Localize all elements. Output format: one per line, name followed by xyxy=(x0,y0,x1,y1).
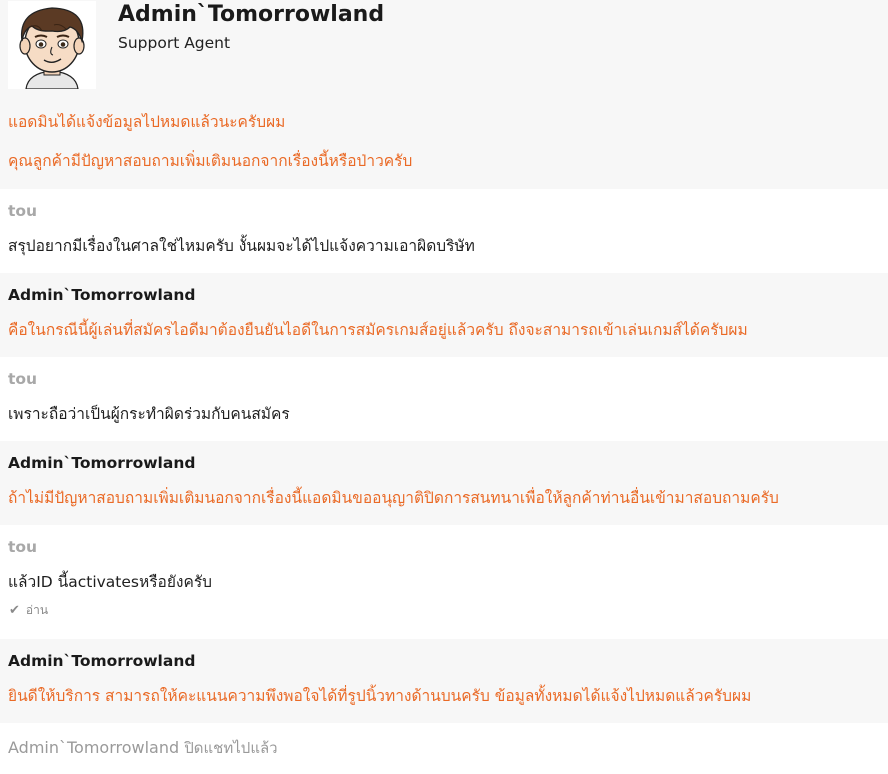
sender-name: tou xyxy=(8,370,38,388)
cartoon-boy-avatar-icon xyxy=(19,7,85,90)
agent-role: Support Agent xyxy=(118,34,231,52)
agent-name: Admin`Tomorrowland xyxy=(118,2,385,27)
closed-agent-name: Admin`Tomorrowland xyxy=(8,738,180,757)
message-text: คือในกรณีนี้ผู้เล่นที่สมัครไอดีมาต้องยืน… xyxy=(8,321,748,339)
sender-name: Admin`Tomorrowland xyxy=(8,454,196,472)
message-block: Admin`Tomorrowland คือในกรณีนี้ผู้เล่นที… xyxy=(0,273,888,357)
message-block: tou สรุปอยากมีเรื่องในศาลใช่ไหมครับ งั้น… xyxy=(0,189,888,273)
sender-name: Admin`Tomorrowland xyxy=(8,652,196,670)
read-receipt: ✔ อ่าน xyxy=(9,601,48,620)
chat-closed-notice: Admin`Tomorrowland ปิดแชทไปแล้ว xyxy=(8,736,278,760)
check-icon: ✔ xyxy=(9,603,20,618)
message-text: เพราะถือว่าเป็นผู้กระทำผิดร่วมกับคนสมัคร xyxy=(8,405,290,423)
message-block: Admin`Tomorrowland ถ้าไม่มีปัญหาสอบถามเพ… xyxy=(0,441,888,525)
closed-text: ปิดแชทไปแล้ว xyxy=(184,739,278,757)
sender-name: Admin`Tomorrowland xyxy=(8,286,196,304)
chat-header: Admin`Tomorrowland Support Agent xyxy=(0,0,888,95)
agent-avatar xyxy=(8,1,96,90)
message-text: ยินดีให้บริการ สามารถให้คะแนนความพึงพอใจ… xyxy=(8,687,752,705)
sender-name: tou xyxy=(8,202,38,220)
message-text: แอดมินได้แจ้งข้อมูลไปหมดแล้วนะครับผม xyxy=(8,113,286,131)
message-block: แอดมินได้แจ้งข้อมูลไปหมดแล้วนะครับผม คุณ… xyxy=(0,95,888,189)
message-block: tou แล้วID นี้activatesหรือยังครับ ✔ อ่าน xyxy=(0,525,888,639)
read-status: อ่าน xyxy=(25,603,49,617)
message-block: tou เพราะถือว่าเป็นผู้กระทำผิดร่วมกับคนส… xyxy=(0,357,888,441)
message-text: ถ้าไม่มีปัญหาสอบถามเพิ่มเติมนอกจากเรื่อง… xyxy=(8,489,779,507)
message-text: คุณลูกค้ามีปัญหาสอบถามเพิ่มเติมนอกจากเรื… xyxy=(8,152,413,170)
message-text: แล้วID นี้activatesหรือยังครับ xyxy=(8,573,213,591)
message-text: สรุปอยากมีเรื่องในศาลใช่ไหมครับ งั้นผมจะ… xyxy=(8,237,475,255)
sender-name: tou xyxy=(8,538,38,556)
message-block: Admin`Tomorrowland ยินดีให้บริการ สามารถ… xyxy=(0,639,888,723)
